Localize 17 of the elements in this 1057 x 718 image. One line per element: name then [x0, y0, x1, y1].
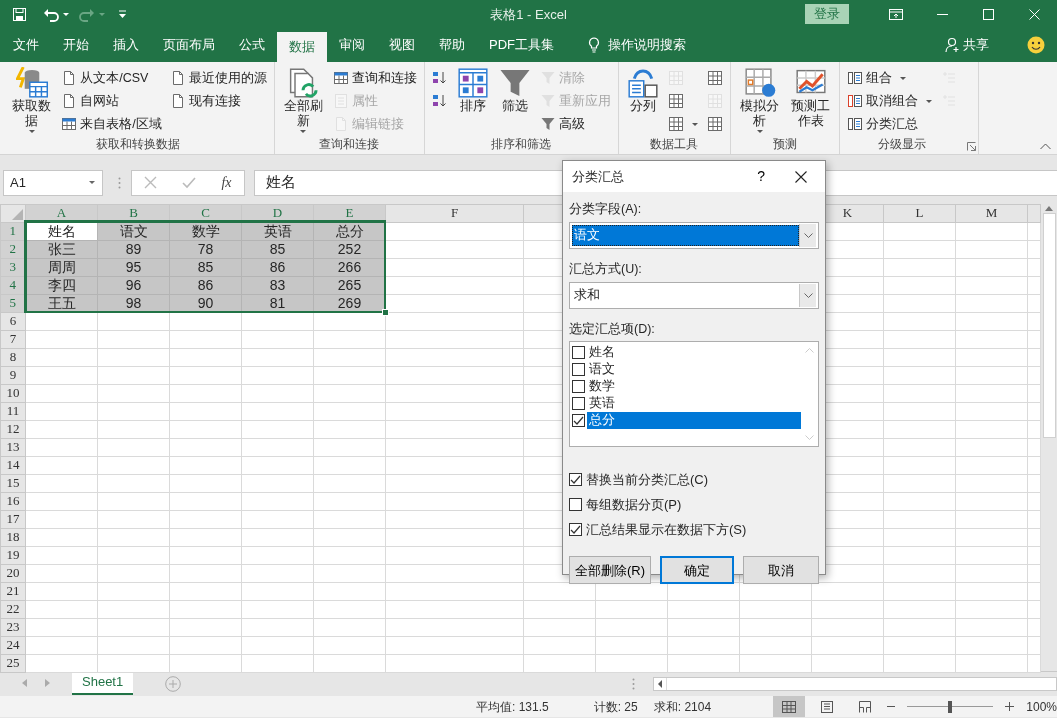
field-label: 汇总方式(U): [569, 260, 643, 278]
field-label: 分类字段(A): [569, 201, 643, 218]
field-label: 选定汇总项(D): [569, 320, 656, 338]
group-label: 排序和筛选 [490, 136, 553, 154]
group-label: 预测 [772, 136, 799, 154]
checkbox-label: 汇总结果显示在数据下方(S) [586, 521, 747, 539]
dialog-title: 分类汇总 [572, 167, 624, 186]
window-title: 表格1 - Excel [490, 7, 567, 22]
checkbox-label: 每组数据分页(P) [586, 496, 682, 514]
checkbox-label: 替换当前分类汇总(C) [586, 471, 709, 489]
status-text: 计数: 25 [593, 698, 638, 716]
group-label: 获取和转换数据 [95, 136, 182, 154]
group-label: 分级显示 [877, 136, 928, 154]
group-label: 数据工具 [649, 136, 700, 154]
status-text: 求和: 2104 [653, 698, 712, 716]
status-text: 平均值: 131.5 [476, 698, 549, 716]
group-label: 查询和连接 [318, 136, 381, 154]
